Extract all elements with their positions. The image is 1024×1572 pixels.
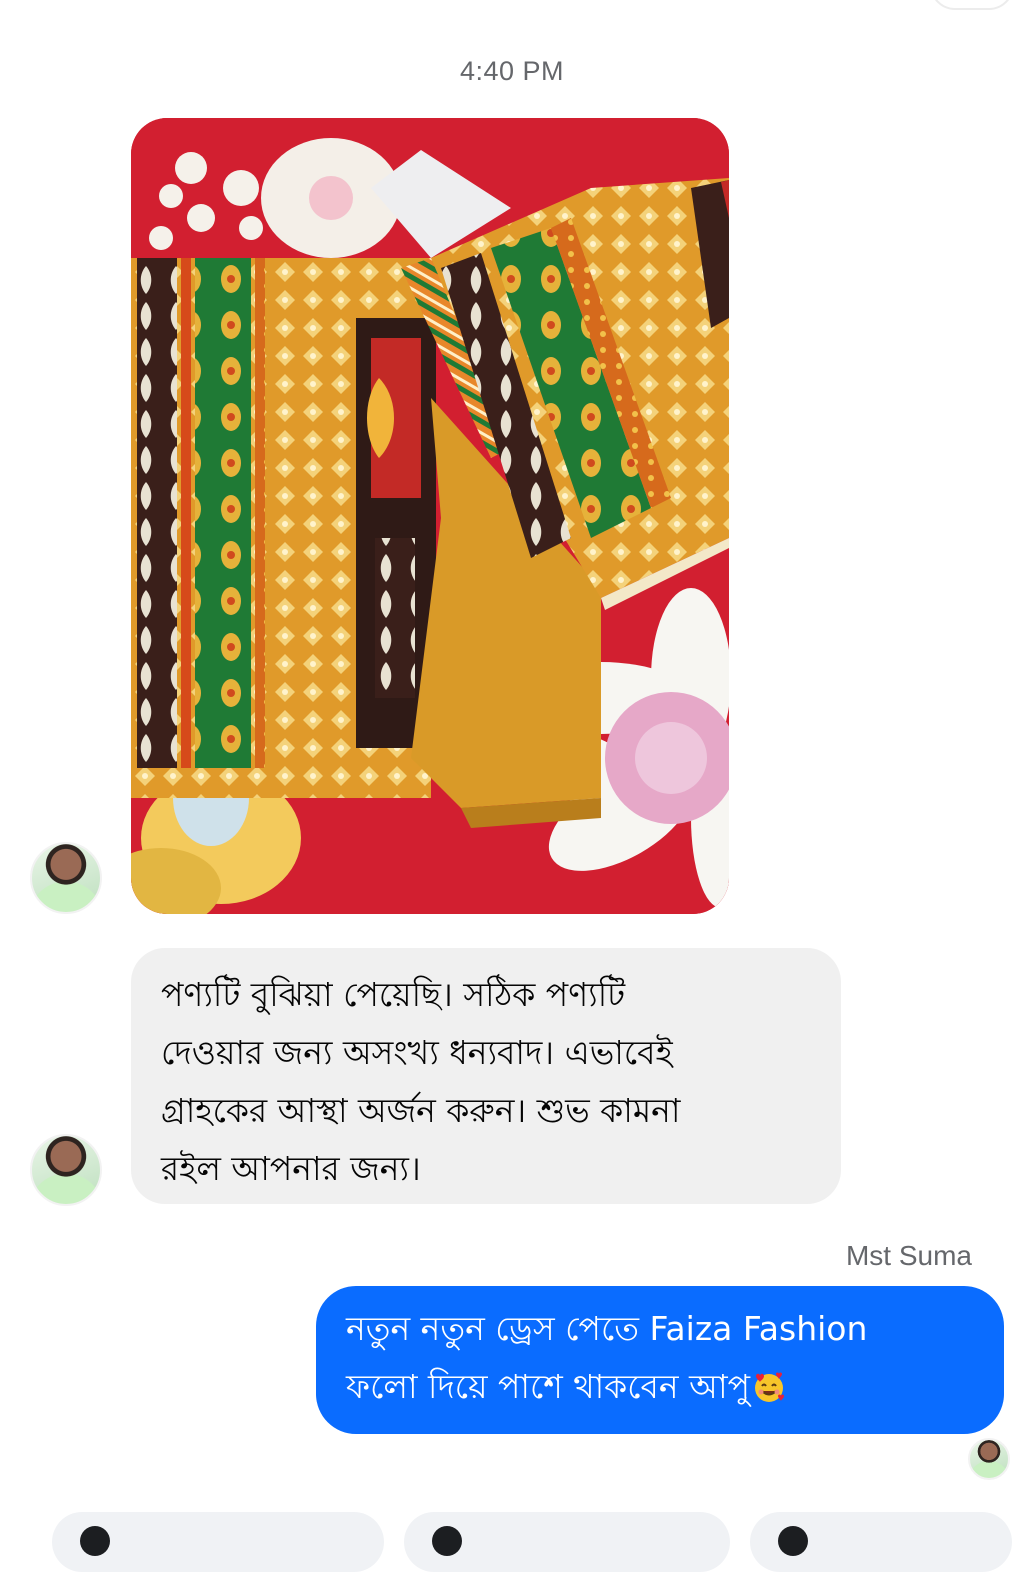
- message-line: নতুন নতুন ড্রেস পেতে Faiza Fashion: [346, 1309, 868, 1348]
- incoming-message-bubble[interactable]: পণ্যটি বুঝিয়া পেয়েছি। সঠিক পণ্যটি দেওয…: [131, 948, 841, 1204]
- message-timestamp: 4:40 PM: [459, 56, 565, 86]
- message-line: গ্রাহকের আস্থা অর্জন করুন। শুভ কামনা: [161, 1091, 681, 1130]
- chip-icon: [432, 1526, 462, 1556]
- message-line-text: ফলো দিয়ে পাশে থাকবেন আপু: [346, 1367, 750, 1406]
- message-line: পণ্যটি বুঝিয়া পেয়েছি। সঠিক পণ্যটি: [161, 975, 626, 1014]
- quick-reply-chip[interactable]: [52, 1512, 384, 1572]
- seen-receipt-avatar: [968, 1438, 1010, 1480]
- quick-reply-chip[interactable]: [404, 1512, 730, 1572]
- photo-attachment[interactable]: [131, 118, 729, 914]
- message-line: রইল আপনার জন্য।: [161, 1149, 421, 1188]
- chip-icon: [80, 1526, 110, 1556]
- outgoing-message-bubble[interactable]: নতুন নতুন ড্রেস পেতে Faiza Fashion ফলো দ…: [316, 1286, 1004, 1434]
- message-line: দেওয়ার জন্য অসংখ্য ধন্যবাদ। এভাবেই: [161, 1033, 673, 1072]
- quick-reply-chip[interactable]: [750, 1512, 1012, 1572]
- dress-photo-illustration: [131, 118, 729, 914]
- smiling-face-with-hearts-icon: [754, 1372, 784, 1402]
- reply-sender-name: Mst Suma: [845, 1240, 972, 1271]
- contact-avatar[interactable]: [30, 842, 102, 914]
- message-line-with-emoji: ফলো দিয়ে পাশে থাকবেন আপু: [346, 1358, 978, 1416]
- contact-avatar[interactable]: [30, 1134, 102, 1206]
- previous-message-edge: [930, 0, 1014, 10]
- chip-icon: [778, 1526, 808, 1556]
